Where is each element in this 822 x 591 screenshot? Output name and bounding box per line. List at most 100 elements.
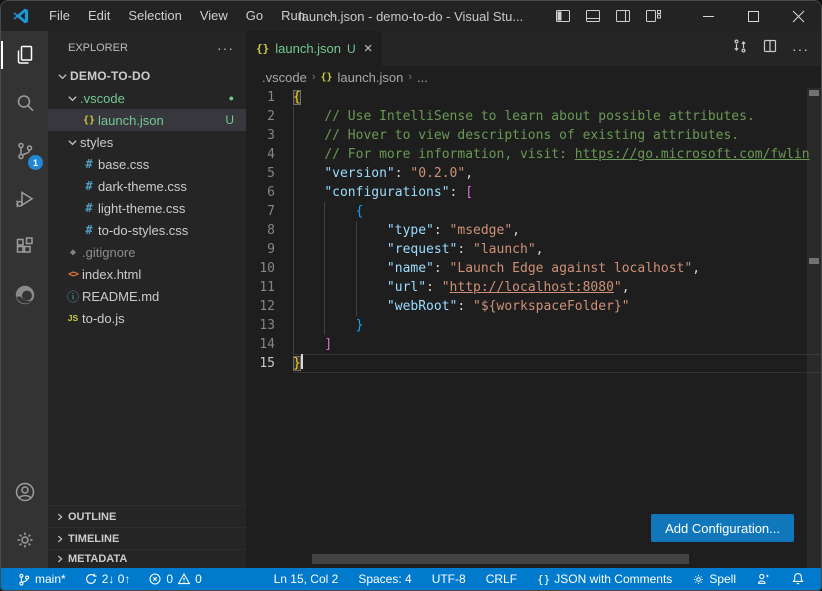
encoding-indicator[interactable]: UTF-8	[426, 572, 472, 586]
menu-run[interactable]: Run	[272, 1, 314, 31]
split-editor-icon[interactable]	[762, 38, 778, 59]
source-control-icon[interactable]: 1	[1, 127, 48, 175]
git-file-icon: ◆	[64, 247, 82, 258]
line-number: 8	[246, 221, 293, 240]
account-icon[interactable]	[1, 468, 48, 516]
tree-item-to-do-js[interactable]: JSto-do.js	[48, 307, 246, 329]
code-line-5[interactable]: 5 "version": "0.2.0",	[246, 164, 821, 183]
code-line-3[interactable]: 3 // Hover to view descriptions of exist…	[246, 126, 821, 145]
metadata-section[interactable]: METADATA	[48, 549, 246, 568]
indent-guide	[293, 107, 294, 126]
outline-section[interactable]: OUTLINE	[48, 505, 246, 527]
timeline-section[interactable]: TIMELINE	[48, 527, 246, 549]
eol-indicator[interactable]: CRLF	[480, 572, 523, 586]
menu-file[interactable]: File	[40, 1, 79, 31]
menu-[interactable]: ···	[314, 1, 345, 31]
tree-item-light-theme-css[interactable]: #light-theme.css	[48, 197, 246, 219]
problems-indicator[interactable]: 0 0	[142, 572, 207, 586]
indent-guide	[293, 278, 294, 297]
code-line-2[interactable]: 2 // Use IntelliSense to learn about pos…	[246, 107, 821, 126]
edge-devtools-icon[interactable]	[1, 271, 48, 319]
tree-item-index-html[interactable]: <>index.html	[48, 263, 246, 285]
line-number: 14	[246, 335, 293, 354]
explorer-icon[interactable]	[1, 31, 48, 79]
toggle-secondary-sidebar-icon[interactable]	[615, 8, 631, 24]
search-icon[interactable]	[1, 79, 48, 127]
tree-item--vscode[interactable]: .vscode●	[48, 87, 246, 109]
open-changes-icon[interactable]	[732, 38, 748, 59]
title-bar: FileEditSelectionViewGoRun··· launch.jso…	[1, 1, 821, 31]
code-line-14[interactable]: 14 ]	[246, 335, 821, 354]
indent-guide	[324, 221, 325, 240]
run-debug-icon[interactable]	[1, 175, 48, 223]
code-line-8[interactable]: 8 "type": "msedge",	[246, 221, 821, 240]
status-bar: main* 2↓ 0↑ 0 0 Ln 15, Col 2 Spaces: 4 U…	[1, 568, 821, 590]
chevron-down-icon	[64, 93, 80, 104]
code-line-9[interactable]: 9 "request": "launch",	[246, 240, 821, 259]
editor-more-actions-icon[interactable]: ···	[792, 41, 809, 57]
spell-checker[interactable]: Spell	[686, 572, 742, 586]
horizontal-scrollbar[interactable]	[312, 554, 689, 564]
feedback-indicator[interactable]	[750, 572, 777, 586]
overview-ruler-mark	[809, 258, 819, 264]
sync-icon	[84, 572, 98, 586]
language-mode[interactable]: {} JSON with Comments	[531, 572, 678, 586]
breadcrumb-file[interactable]: launch.json	[338, 70, 404, 85]
code-line-15[interactable]: 15}	[246, 354, 821, 373]
code-editor[interactable]: 1{2 // Use IntelliSense to learn about p…	[246, 88, 821, 568]
customize-layout-icon[interactable]	[645, 8, 661, 24]
extensions-icon[interactable]	[1, 223, 48, 271]
indent-guide	[293, 183, 294, 202]
menu-edit[interactable]: Edit	[79, 1, 119, 31]
code-line-10[interactable]: 10 "name": "Launch Edge against localhos…	[246, 259, 821, 278]
cursor-position[interactable]: Ln 15, Col 2	[268, 572, 345, 586]
tree-item-dark-theme-css[interactable]: #dark-theme.css	[48, 175, 246, 197]
tab-close-icon[interactable]: ×	[364, 40, 373, 57]
json-file-icon: {}	[320, 72, 332, 83]
tree-item-readme-md[interactable]: ⓘREADME.md	[48, 285, 246, 307]
tree-item-demo-to-do[interactable]: DEMO-TO-DO	[48, 65, 246, 87]
add-configuration-button[interactable]: Add Configuration...	[651, 514, 794, 542]
explorer-more-actions-icon[interactable]: ···	[217, 40, 234, 56]
settings-gear-icon[interactable]	[1, 516, 48, 564]
text-cursor	[301, 354, 303, 369]
css-file-icon: #	[80, 201, 98, 215]
menu-go[interactable]: Go	[237, 1, 272, 31]
code-line-4[interactable]: 4 // For more information, visit: https:…	[246, 145, 821, 164]
branch-indicator[interactable]: main*	[11, 572, 72, 587]
line-number: 12	[246, 297, 293, 316]
indentation-indicator[interactable]: Spaces: 4	[352, 572, 417, 586]
tree-item-base-css[interactable]: #base.css	[48, 153, 246, 175]
toggle-panel-icon[interactable]	[585, 8, 601, 24]
code-line-6[interactable]: 6 "configurations": [	[246, 183, 821, 202]
code-line-1[interactable]: 1{	[246, 88, 821, 107]
activity-bar: 1	[1, 31, 48, 568]
menu-view[interactable]: View	[191, 1, 237, 31]
line-number: 15	[246, 354, 293, 373]
indent-guide	[293, 221, 294, 240]
maximize-button[interactable]	[731, 1, 776, 31]
tree-item--gitignore[interactable]: ◆.gitignore	[48, 241, 246, 263]
line-number: 2	[246, 107, 293, 126]
code-line-11[interactable]: 11 "url": "http://localhost:8080",	[246, 278, 821, 297]
vertical-scrollbar[interactable]	[807, 88, 821, 568]
minimize-button[interactable]	[686, 1, 731, 31]
indent-guide	[293, 202, 294, 221]
tree-item-to-do-styles-css[interactable]: #to-do-styles.css	[48, 219, 246, 241]
tree-item-styles[interactable]: styles	[48, 131, 246, 153]
file-tree: DEMO-TO-DO.vscode●{}launch.jsonUstyles#b…	[48, 65, 246, 329]
code-line-13[interactable]: 13 }	[246, 316, 821, 335]
breadcrumb-symbol[interactable]: ...	[417, 70, 428, 85]
toggle-primary-sidebar-icon[interactable]	[555, 8, 571, 24]
tree-item-launch-json[interactable]: {}launch.jsonU	[48, 109, 246, 131]
menu-selection[interactable]: Selection	[119, 1, 190, 31]
code-line-7[interactable]: 7 {	[246, 202, 821, 221]
source-control-badge: 1	[28, 155, 43, 170]
close-button[interactable]	[776, 1, 821, 31]
tab-launch-json[interactable]: {} launch.json U ×	[246, 31, 383, 66]
notifications-bell[interactable]	[785, 572, 811, 586]
code-line-12[interactable]: 12 "webRoot": "${workspaceFolder}"	[246, 297, 821, 316]
indent-guide	[356, 278, 357, 297]
breadcrumb-folder[interactable]: .vscode	[262, 70, 307, 85]
sync-indicator[interactable]: 2↓ 0↑	[78, 572, 137, 586]
